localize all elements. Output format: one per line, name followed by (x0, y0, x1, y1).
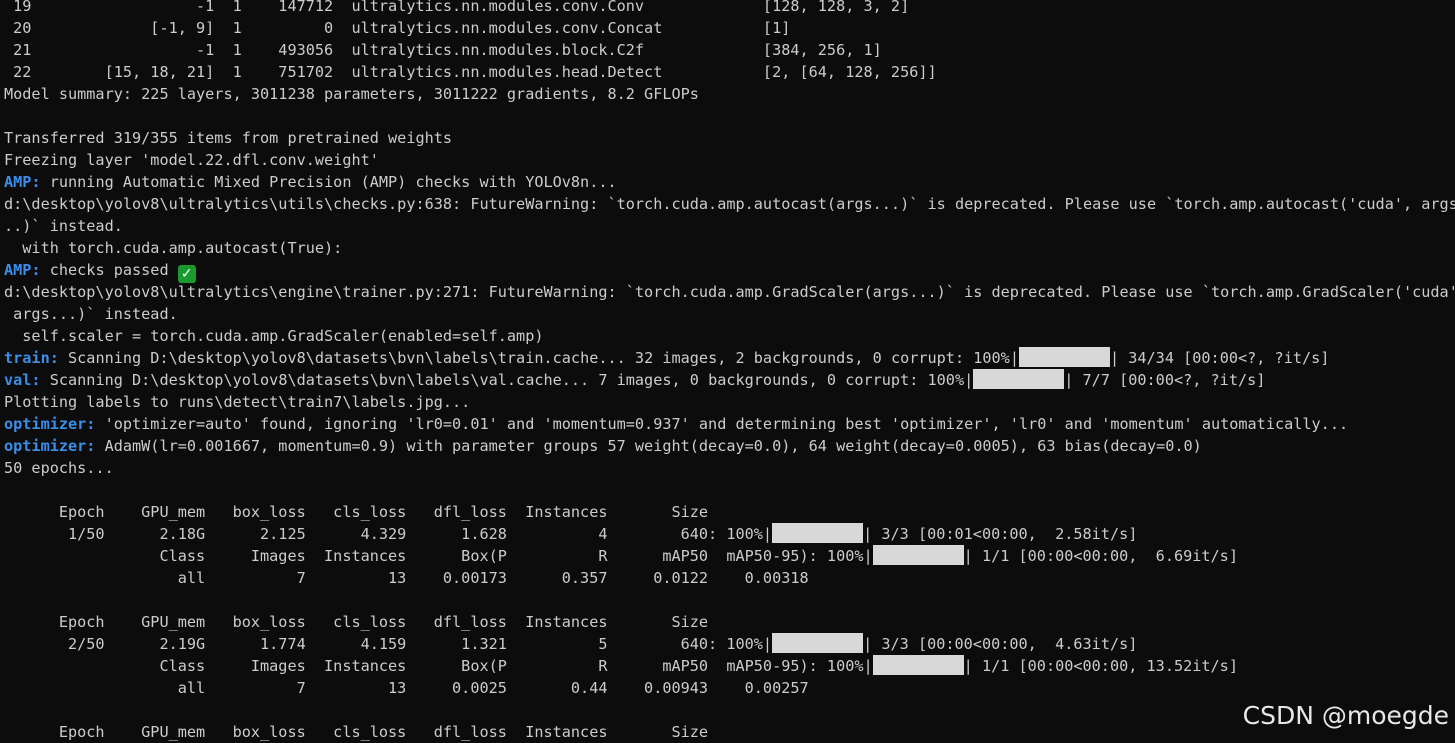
line-text: Class Images Instances Box(P R mAP50 mAP… (4, 657, 873, 675)
line-text: Model summary: 225 layers, 3011238 param… (4, 85, 699, 103)
line-text: Freezing layer 'model.22.dfl.conv.weight… (4, 151, 379, 169)
progress-bar-fill (772, 523, 864, 543)
terminal-line: 22 [15, 18, 21] 1 751702 ultralytics.nn.… (4, 61, 937, 83)
terminal-line: 20 [-1, 9] 1 0 ultralytics.nn.modules.co… (4, 17, 790, 39)
log-label: AMP: (4, 261, 41, 279)
terminal-line: Class Images Instances Box(P R mAP50 mAP… (4, 545, 1238, 567)
line-text: d:\desktop\yolov8\ultralytics\utils\chec… (4, 195, 1455, 213)
terminal-line: val: Scanning D:\desktop\yolov8\datasets… (4, 369, 1265, 391)
line-text: Epoch GPU_mem box_loss cls_loss dfl_loss… (4, 503, 709, 521)
terminal-line: with torch.cuda.amp.autocast(True): (4, 237, 342, 259)
terminal-line: Epoch GPU_mem box_loss cls_loss dfl_loss… (4, 721, 708, 743)
terminal-output[interactable]: 18 -1 1 115045 ultralytics.nn.modules.bl… (0, 0, 1455, 743)
line-text: Epoch GPU_mem box_loss cls_loss dfl_loss… (4, 723, 709, 741)
line-text: 50 epochs... (4, 459, 114, 477)
log-label: val: (4, 371, 41, 389)
progress-bar-fill (772, 633, 864, 653)
line-text: 22 [15, 18, 21] 1 751702 ultralytics.nn.… (4, 63, 937, 81)
progress-bar-fill (872, 545, 964, 565)
terminal-line: 19 -1 1 147712 ultralytics.nn.modules.co… (4, 0, 909, 17)
terminal-line: Model summary: 225 layers, 3011238 param… (4, 83, 699, 105)
line-text: Class Images Instances Box(P R mAP50 mAP… (4, 547, 873, 565)
terminal-line: AMP: running Automatic Mixed Precision (… (4, 171, 617, 193)
progress-bar-fill (872, 655, 964, 675)
line-text: Transferred 319/355 items from pretraine… (4, 129, 453, 147)
terminal-line: Plotting labels to runs\detect\train7\la… (4, 391, 470, 413)
terminal-line: train: Scanning D:\desktop\yolov8\datase… (4, 347, 1329, 369)
terminal-line: self.scaler = torch.cuda.amp.GradScaler(… (4, 325, 543, 347)
terminal-line: 21 -1 1 493056 ultralytics.nn.modules.bl… (4, 39, 882, 61)
watermark: CSDN @moegde (1242, 701, 1449, 730)
terminal-line: d:\desktop\yolov8\ultralytics\engine\tra… (4, 281, 1455, 303)
line-text: Scanning D:\desktop\yolov8\datasets\bvn\… (40, 371, 974, 389)
log-label: optimizer: (4, 415, 96, 433)
line-text: all 7 13 0.0025 0.44 0.00943 0.00257 (4, 679, 809, 697)
line-text: running Automatic Mixed Precision (AMP) … (40, 173, 617, 191)
log-label: train: (4, 349, 59, 367)
line-text: 2/50 2.19G 1.774 4.159 1.321 5 640: 100%… (4, 635, 773, 653)
terminal-line: Transferred 319/355 items from pretraine… (4, 127, 452, 149)
terminal-line: Class Images Instances Box(P R mAP50 mAP… (4, 655, 1238, 677)
line-text: | 3/3 [00:01<00:00, 2.58it/s] (863, 525, 1138, 543)
line-text: Scanning D:\desktop\yolov8\datasets\bvn\… (58, 349, 1019, 367)
line-text: args...)` instead. (4, 305, 178, 323)
terminal-line: all 7 13 0.00173 0.357 0.0122 0.00318 (4, 567, 809, 589)
line-text: 20 [-1, 9] 1 0 ultralytics.nn.modules.co… (4, 19, 791, 37)
terminal-line: ..)` instead. (4, 215, 123, 237)
line-text: | 1/1 [00:00<00:00, 6.69it/s] (963, 547, 1238, 565)
terminal-line: 50 epochs... (4, 457, 114, 479)
line-text: 'optimizer=auto' found, ignoring 'lr0=0.… (95, 415, 1349, 433)
log-label: AMP: (4, 173, 41, 191)
line-text: AdamW(lr=0.001667, momentum=0.9) with pa… (95, 437, 1202, 455)
terminal-line: Epoch GPU_mem box_loss cls_loss dfl_loss… (4, 611, 708, 633)
line-text: | 1/1 [00:00<00:00, 13.52it/s] (963, 657, 1238, 675)
line-text: 19 -1 1 147712 ultralytics.nn.modules.co… (4, 0, 910, 15)
line-text: | 7/7 [00:00<?, ?it/s] (1064, 371, 1266, 389)
line-text: Plotting labels to runs\detect\train7\la… (4, 393, 471, 411)
line-text: Epoch GPU_mem box_loss cls_loss dfl_loss… (4, 613, 709, 631)
terminal-line: 2/50 2.19G 1.774 4.159 1.321 5 640: 100%… (4, 633, 1137, 655)
line-text: | 34/34 [00:00<?, ?it/s] (1109, 349, 1330, 367)
terminal-line: Epoch GPU_mem box_loss cls_loss dfl_loss… (4, 501, 708, 523)
log-label: optimizer: (4, 437, 96, 455)
terminal-line: AMP: checks passed ✓ (4, 259, 196, 283)
terminal-line: Freezing layer 'model.22.dfl.conv.weight… (4, 149, 379, 171)
line-text: 1/50 2.18G 2.125 4.329 1.628 4 640: 100%… (4, 525, 773, 543)
line-text: self.scaler = torch.cuda.amp.GradScaler(… (4, 327, 544, 345)
line-text: ..)` instead. (4, 217, 123, 235)
line-text: d:\desktop\yolov8\ultralytics\engine\tra… (4, 283, 1455, 301)
progress-bar-fill (1018, 347, 1110, 367)
terminal-line: all 7 13 0.0025 0.44 0.00943 0.00257 (4, 677, 809, 699)
terminal-line: args...)` instead. (4, 303, 178, 325)
line-text: checks passed (40, 261, 178, 279)
terminal-line: optimizer: 'optimizer=auto' found, ignor… (4, 413, 1348, 435)
line-text: with torch.cuda.amp.autocast(True): (4, 239, 343, 257)
terminal-line: 1/50 2.18G 2.125 4.329 1.628 4 640: 100%… (4, 523, 1137, 545)
progress-bar-fill (973, 369, 1065, 389)
line-text: | 3/3 [00:00<00:00, 4.63it/s] (863, 635, 1138, 653)
line-text: all 7 13 0.00173 0.357 0.0122 0.00318 (4, 569, 809, 587)
terminal-line: optimizer: AdamW(lr=0.001667, momentum=0… (4, 435, 1202, 457)
line-text: 21 -1 1 493056 ultralytics.nn.modules.bl… (4, 41, 882, 59)
terminal-line: d:\desktop\yolov8\ultralytics\utils\chec… (4, 193, 1455, 215)
